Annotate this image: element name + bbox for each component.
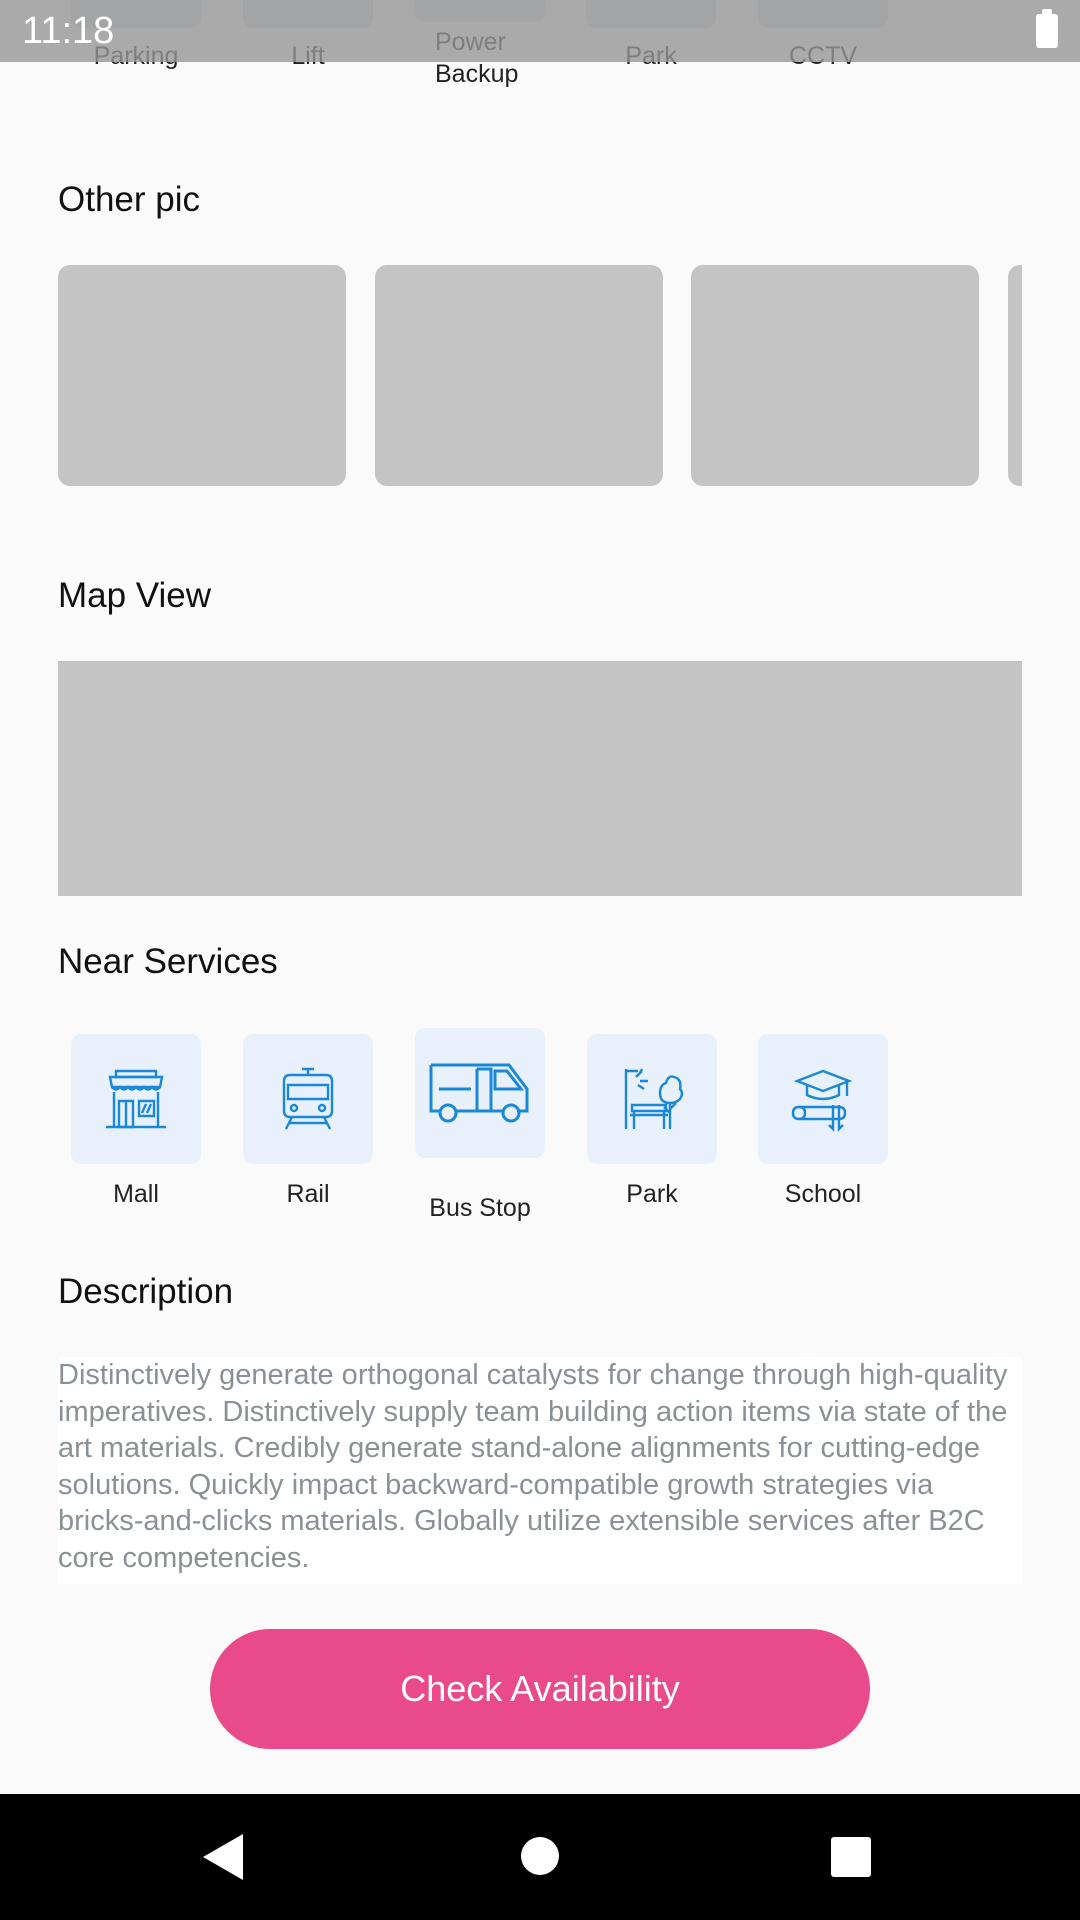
park-icon bbox=[624, 1068, 684, 1129]
service-rail[interactable]: Rail bbox=[222, 1034, 394, 1209]
school-icon bbox=[791, 1069, 853, 1132]
service-tile bbox=[415, 1028, 545, 1158]
service-park[interactable]: Park bbox=[566, 1034, 738, 1209]
service-tile bbox=[758, 1034, 888, 1164]
status-time: 11:18 bbox=[22, 10, 115, 52]
service-school[interactable]: School bbox=[737, 1034, 909, 1209]
service-label: Mall bbox=[113, 1180, 159, 1208]
back-icon[interactable] bbox=[203, 1834, 243, 1880]
service-label: School bbox=[784, 1180, 862, 1208]
photo-thumbnail[interactable] bbox=[58, 265, 346, 486]
rail-icon bbox=[282, 1067, 334, 1130]
recents-icon[interactable] bbox=[831, 1837, 871, 1877]
bus-icon bbox=[429, 1063, 529, 1123]
other-pic-title: Other pic bbox=[58, 180, 200, 219]
service-label: Rail bbox=[286, 1180, 330, 1208]
other-pics-carousel[interactable] bbox=[58, 265, 1022, 486]
photo-thumbnail[interactable] bbox=[691, 265, 979, 486]
status-bar: 11:18 bbox=[0, 0, 1080, 62]
service-label: Bus Stop bbox=[429, 1194, 531, 1222]
description-title: Description bbox=[58, 1272, 234, 1311]
service-bus-stop[interactable]: Bus Stop bbox=[394, 1028, 566, 1223]
mall-icon bbox=[106, 1069, 166, 1129]
service-label: Park bbox=[626, 1180, 678, 1208]
navigation-bar bbox=[0, 1794, 1080, 1920]
service-tile bbox=[243, 1034, 373, 1164]
service-tile bbox=[71, 1034, 201, 1164]
service-tile bbox=[587, 1034, 717, 1164]
photo-thumbnail[interactable] bbox=[375, 265, 663, 486]
service-mall[interactable]: Mall bbox=[50, 1034, 222, 1209]
map-view-title: Map View bbox=[58, 576, 212, 615]
photo-thumbnail[interactable] bbox=[1008, 265, 1022, 486]
description-text: Distinctively generate orthogonal cataly… bbox=[58, 1357, 1022, 1584]
map-view[interactable] bbox=[58, 661, 1022, 896]
battery-icon bbox=[1036, 9, 1058, 48]
near-services-title: Near Services bbox=[58, 942, 278, 981]
check-availability-button[interactable]: Check Availability bbox=[210, 1629, 870, 1749]
home-icon[interactable] bbox=[521, 1837, 559, 1875]
